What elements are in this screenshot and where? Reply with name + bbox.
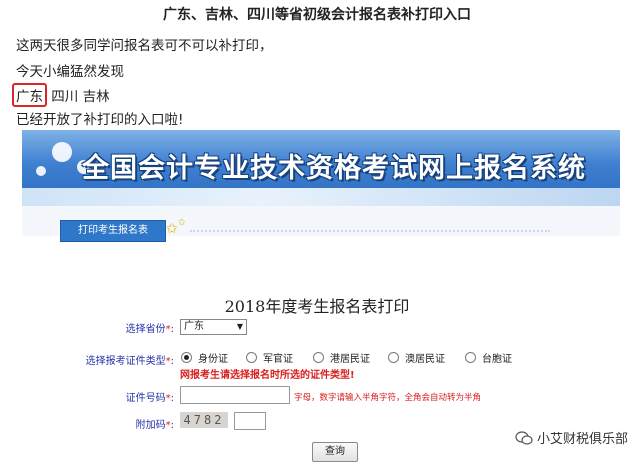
radio-button[interactable] [313, 352, 324, 363]
idnum-input[interactable] [180, 386, 290, 404]
radio-id-card[interactable]: 身份证 [181, 350, 228, 365]
banner-stripe [22, 188, 620, 206]
article-title: 广东、吉林、四川等省初级会计报名表补打印入口 [163, 7, 471, 23]
radio-hk-card[interactable]: 港居民证 [313, 350, 370, 365]
article-line-4: 已经开放了补打印的入口啦! [16, 112, 184, 128]
star-icon: ✩ [178, 218, 186, 228]
banner-decoration [36, 166, 46, 176]
radio-button[interactable] [246, 352, 257, 363]
watermark-text: 小艾财税俱乐部 [536, 432, 628, 447]
idtype-warning: 网报考生请选择报名时所选的证件类型! [180, 370, 355, 381]
tab-print-registration[interactable]: 打印考生报名表 [60, 220, 166, 242]
province-select[interactable]: 广东 ▼ [180, 319, 247, 335]
province-label: 选择省份*: [125, 324, 174, 335]
radio-button[interactable] [465, 352, 476, 363]
radio-button[interactable] [181, 352, 192, 363]
divider [190, 230, 550, 232]
radio-officer-card[interactable]: 军官证 [246, 350, 293, 365]
star-icon: ✩ [166, 221, 178, 237]
captcha-image: 4782 [180, 412, 228, 428]
radio-button[interactable] [388, 352, 399, 363]
other-provinces: 四川 吉林 [47, 89, 110, 105]
idtype-label: 选择报考证件类型*: [85, 356, 174, 367]
chevron-down-icon: ▼ [236, 322, 243, 331]
captcha-input[interactable] [234, 412, 266, 430]
article-line-2: 今天小编猛然发现 [16, 64, 124, 80]
article-line-3: 广东 四川 吉林 [12, 83, 110, 107]
highlighted-province: 广东 [12, 83, 47, 107]
site-banner: 全国会计专业技术资格考试网上报名系统 [22, 130, 620, 206]
banner-title: 全国会计专业技术资格考试网上报名系统 [82, 153, 586, 184]
form-title: 2018年度考生报名表打印 [224, 297, 410, 316]
watermark: 小艾财税俱乐部 [515, 428, 628, 447]
idnum-label: 证件号码*: [125, 393, 174, 404]
article-line-1: 这两天很多同学问报名表可不可以补打印， [16, 38, 273, 54]
radio-taiwan-card[interactable]: 台胞证 [465, 350, 512, 365]
query-button[interactable]: 查询 [312, 442, 358, 462]
banner-decoration [52, 142, 72, 162]
idnum-hint: 字母，数字请输入半角字符，全角会自动转为半角 [294, 393, 482, 403]
captcha-label: 附加码*: [135, 420, 174, 431]
wechat-icon [515, 430, 533, 445]
radio-macau-card[interactable]: 澳居民证 [388, 350, 445, 365]
